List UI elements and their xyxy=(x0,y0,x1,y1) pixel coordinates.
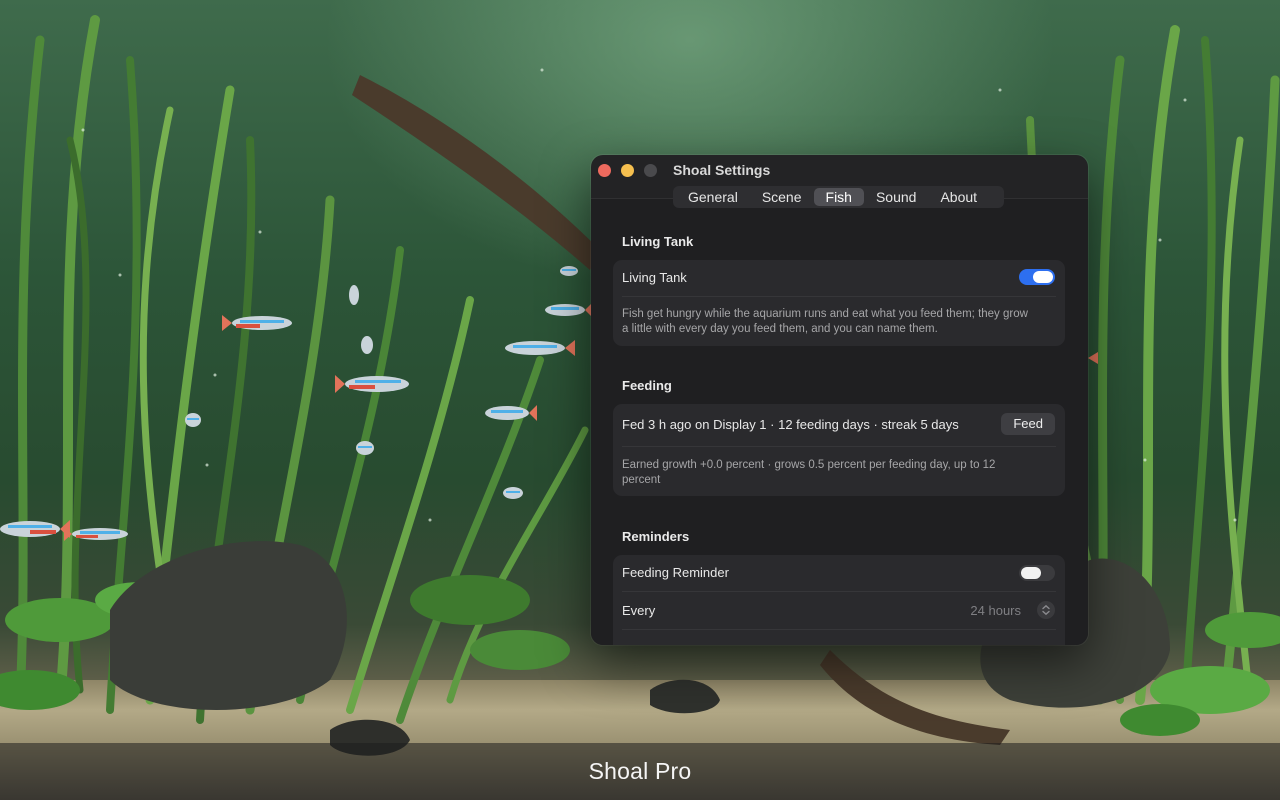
feed-button[interactable]: Feed xyxy=(1001,413,1055,435)
living-tank-section-title: Living Tank xyxy=(622,234,694,249)
feeding-status: Fed 3 h ago on Display 1 · 12 feeding da… xyxy=(622,417,959,432)
living-tank-card: Living Tank Fish get hungry while the aq… xyxy=(613,260,1065,346)
toggle-knob xyxy=(1033,271,1053,283)
window-title: Shoal Settings xyxy=(673,162,771,178)
minimize-window-button[interactable] xyxy=(621,164,634,177)
row-separator xyxy=(622,591,1056,592)
settings-tabs: General Scene Fish Sound About xyxy=(673,186,1004,208)
row-separator xyxy=(622,296,1056,297)
row-separator xyxy=(622,446,1056,447)
living-tank-toggle-label: Living Tank xyxy=(622,270,687,285)
app-caption-bar: Shoal Pro xyxy=(0,743,1280,800)
tab-fish[interactable]: Fish xyxy=(813,188,864,206)
growth-note: Earned growth +0.0 percent · grows 0.5 p… xyxy=(622,459,996,486)
driftwood xyxy=(352,75,600,270)
feeding-card: Fed 3 h ago on Display 1 · 12 feeding da… xyxy=(613,404,1065,496)
toggle-knob xyxy=(1021,567,1041,579)
app-name-caption: Shoal Pro xyxy=(588,758,692,784)
close-window-button[interactable] xyxy=(598,164,611,177)
row-separator xyxy=(622,629,1056,630)
up-down-chevron-icon xyxy=(1042,604,1050,616)
window-titlebar[interactable]: Shoal Settings xyxy=(591,155,1088,185)
interval-stepper[interactable] xyxy=(1037,601,1055,619)
reminders-section-title: Reminders xyxy=(622,529,690,544)
fish-settings-pane: Living Tank Living Tank Fish get hungry … xyxy=(591,198,1088,645)
feeding-reminder-toggle[interactable] xyxy=(1019,565,1055,581)
tab-about[interactable]: About xyxy=(928,188,989,206)
living-tank-toggle[interactable] xyxy=(1019,269,1055,285)
tab-scene[interactable]: Scene xyxy=(750,188,814,206)
tab-sound[interactable]: Sound xyxy=(864,188,928,206)
tab-general[interactable]: General xyxy=(676,188,750,206)
settings-window: Shoal Settings Living Tank Living Tank F… xyxy=(591,155,1088,645)
reminder-interval-value: 24 hours xyxy=(970,603,1021,618)
feeding-reminder-label: Feeding Reminder xyxy=(622,565,729,580)
living-tank-description: Fish get hungry while the aquarium runs … xyxy=(622,308,1028,335)
zoom-window-button xyxy=(644,164,657,177)
reminders-card: Feeding Reminder Every 24 hours xyxy=(613,555,1065,645)
feeding-section-title: Feeding xyxy=(622,378,672,393)
